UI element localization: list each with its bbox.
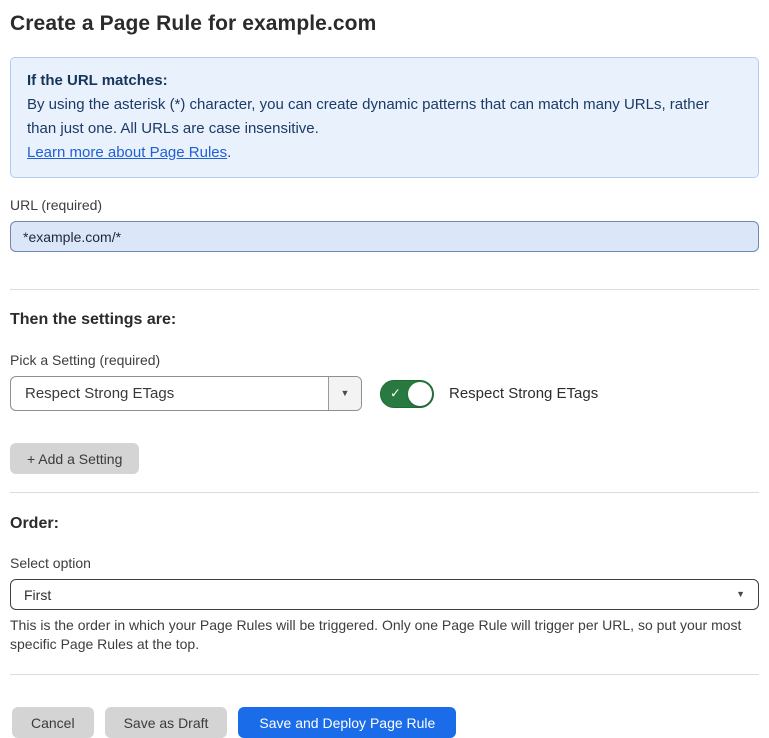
order-select[interactable]: First ▼ [10,579,759,610]
url-match-info-box: If the URL matches: By using the asteris… [10,57,759,178]
save-and-deploy-button[interactable]: Save and Deploy Page Rule [238,707,456,738]
info-box-body: By using the asterisk (*) character, you… [27,93,742,165]
order-select-value: First [24,587,51,603]
setting-row: Respect Strong ETags ▼ ✓ Respect Strong … [10,376,759,411]
divider [10,674,759,675]
divider [10,492,759,493]
cancel-button[interactable]: Cancel [12,707,94,738]
chevron-down-icon: ▼ [736,590,745,599]
toggle-knob [408,382,432,406]
order-help-text: This is the order in which your Page Rul… [10,616,759,654]
setting-picker-label: Pick a Setting (required) [10,352,759,368]
learn-more-link[interactable]: Learn more about Page Rules [27,144,227,161]
chevron-down-icon: ▼ [341,389,350,398]
url-field-label: URL (required) [10,197,759,213]
toggle-label: Respect Strong ETags [449,385,598,402]
order-select-label: Select option [10,555,759,571]
setting-dropdown[interactable]: Respect Strong ETags ▼ [10,376,362,411]
order-section-heading: Order: [10,515,759,533]
save-as-draft-button[interactable]: Save as Draft [105,707,228,738]
url-input[interactable] [10,221,759,252]
divider [10,289,759,290]
footer-actions: Cancel Save as Draft Save and Deploy Pag… [10,691,759,738]
check-icon: ✓ [390,385,401,401]
setting-dropdown-arrow-box[interactable]: ▼ [328,377,361,410]
page-title: Create a Page Rule for example.com [10,12,759,36]
settings-section-heading: Then the settings are: [10,311,759,329]
setting-toggle[interactable]: ✓ [380,380,434,408]
info-box-body-text: By using the asterisk (*) character, you… [27,96,709,137]
info-box-heading: If the URL matches: [27,69,742,93]
add-setting-button[interactable]: + Add a Setting [10,443,139,474]
setting-dropdown-value: Respect Strong ETags [11,377,328,410]
page-rule-form: Create a Page Rule for example.com If th… [0,0,769,738]
link-period: . [227,144,231,161]
